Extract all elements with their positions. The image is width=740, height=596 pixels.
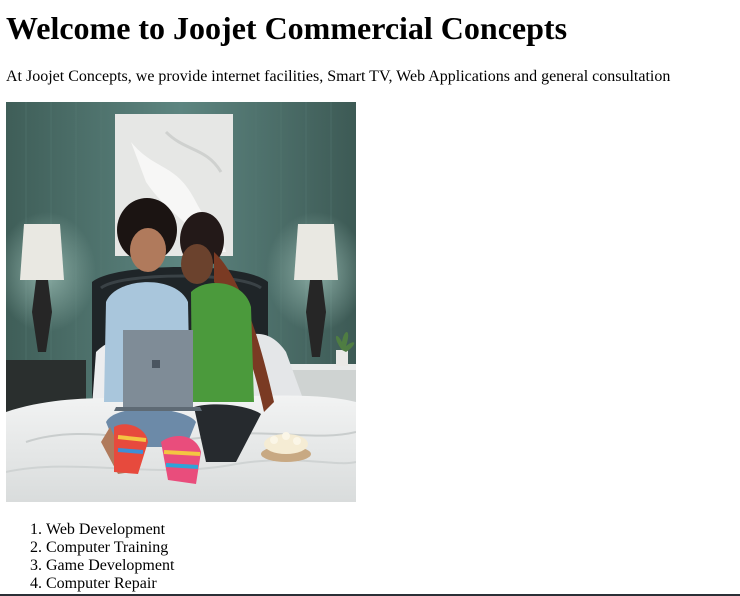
- hero-photo: [6, 102, 356, 502]
- intro-text: At Joojet Concepts, we provide internet …: [6, 68, 671, 85]
- list-item: Computer Training: [46, 539, 174, 557]
- page-title: Welcome to Joojet Commercial Concepts: [6, 10, 568, 46]
- services-list: Web Development Computer Training Game D…: [46, 521, 174, 593]
- list-item: Web Development: [46, 521, 174, 539]
- list-item: Computer Repair: [46, 575, 174, 593]
- list-item: Game Development: [46, 557, 174, 575]
